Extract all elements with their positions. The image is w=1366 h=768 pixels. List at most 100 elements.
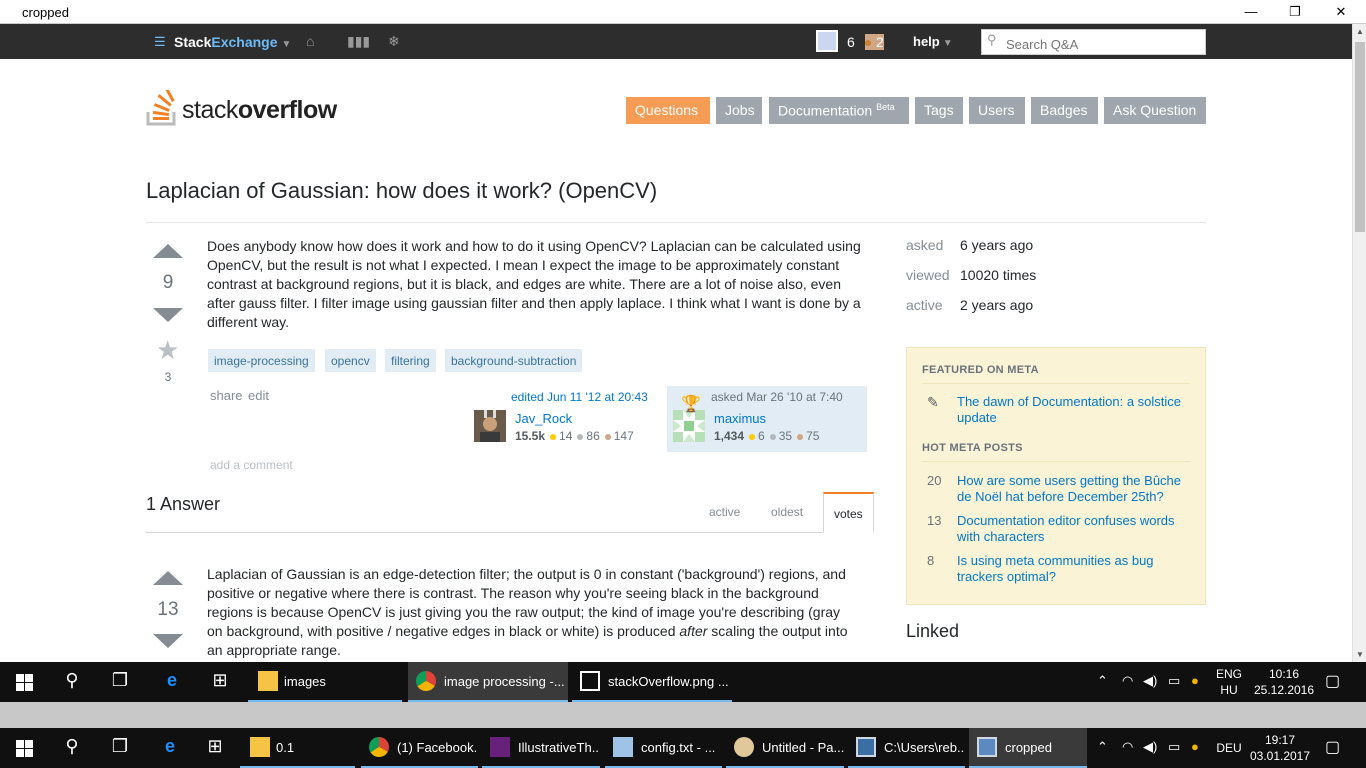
downvote-button[interactable] [153, 308, 183, 322]
restore-button[interactable]: ❐ [1272, 0, 1318, 23]
taskbar-clock[interactable]: 10:16 25.12.2016 [1252, 666, 1316, 698]
windows-start-icon[interactable] [16, 674, 33, 691]
search-icon[interactable]: ⚲ [57, 670, 87, 691]
nav-tags[interactable]: Tags [915, 97, 963, 124]
editor-name[interactable]: Jav_Rock [515, 411, 572, 426]
taskbar-app-notepad[interactable]: config.txt - ... [605, 728, 722, 768]
show-hidden-icons[interactable]: ⌃ [1097, 739, 1108, 755]
language-indicator[interactable]: DEU [1214, 740, 1244, 756]
tab-votes[interactable]: votes [823, 492, 874, 533]
taskbar-app-images[interactable]: images [248, 662, 402, 702]
taskbar-app-folder[interactable]: 0.1 [240, 728, 355, 768]
tag-opencv[interactable]: opencv [325, 349, 376, 372]
editor-bronze-count: 147 [613, 429, 634, 443]
volume-icon[interactable]: ◀) [1143, 673, 1157, 689]
featured-heading: FEATURED ON META [922, 364, 1039, 376]
featured-link[interactable]: The dawn of Documentation: a solstice up… [957, 394, 1197, 426]
bronze-badge-count[interactable]: 2 [865, 34, 884, 50]
tag-filtering[interactable]: filtering [385, 349, 436, 372]
tab-active[interactable]: active [709, 505, 740, 519]
inbox-icon[interactable]: ⌂ [306, 33, 314, 49]
owner-name[interactable]: maximus [714, 411, 766, 426]
taskbar-app-facebook[interactable]: (1) Facebook... [361, 728, 478, 768]
outer-taskbar: ⚲ ❐ e ⊞ 0.1 (1) Facebook... Illustrative… [0, 728, 1366, 768]
windows-start-icon[interactable] [16, 740, 33, 757]
tag-image-processing[interactable]: image-processing [208, 349, 315, 372]
achievements-icon[interactable]: ▮▮▮ [347, 33, 370, 50]
wifi-icon[interactable]: ◠ [1122, 739, 1133, 755]
edit-link[interactable]: edit [248, 388, 269, 403]
answer-upvote-button[interactable] [153, 571, 183, 585]
search-icon[interactable]: ⚲ [57, 736, 87, 757]
owner-avatar[interactable] [673, 410, 705, 442]
minimize-button[interactable]: — [1228, 0, 1274, 23]
edge-icon[interactable]: e [157, 670, 187, 691]
task-view-icon[interactable]: ❐ [105, 736, 135, 757]
scroll-up-icon[interactable]: ▲ [1356, 27, 1364, 36]
search-input[interactable] [981, 29, 1206, 55]
ask-question-button[interactable]: Ask Question [1104, 97, 1206, 124]
avatar[interactable] [816, 30, 838, 52]
chrome-tray-icon[interactable]: ● [1191, 739, 1199, 754]
hot-post-link[interactable]: Is using meta communities as bug tracker… [957, 553, 1197, 585]
add-comment-link[interactable]: add a comment [210, 458, 293, 472]
taskbar-app-paint[interactable]: Untitled - Pa... [726, 728, 844, 768]
share-link[interactable]: share [210, 388, 243, 403]
favorite-count: 3 [164, 370, 172, 384]
tag-background-subtraction[interactable]: background-subtraction [445, 349, 583, 372]
asked-timestamp[interactable]: asked Mar 26 '10 at 7:40 [711, 390, 843, 404]
active-value[interactable]: 2 years ago [960, 297, 1033, 313]
taskbar-app-visual-studio[interactable]: IllustrativeTh... [482, 728, 600, 768]
upvote-button[interactable] [153, 244, 183, 258]
store-icon[interactable]: ⊞ [200, 736, 230, 757]
nav-documentation[interactable]: Documentation Beta [769, 97, 909, 124]
stackexchange-menu[interactable]: StackExchange ▼ [174, 34, 291, 50]
close-button[interactable]: ✕ [1318, 0, 1364, 23]
tab-oldest[interactable]: oldest [771, 505, 803, 519]
favorite-star-icon[interactable]: ★ [156, 335, 179, 366]
browser-viewport: ☰ StackExchange▼ ⌂ ▮▮▮ ❄ 6 2 help▼ ⚲ sta… [0, 24, 1366, 662]
store-icon[interactable]: ⊞ [205, 670, 235, 691]
action-center-icon[interactable]: ▢ [1325, 737, 1340, 757]
battery-icon[interactable]: ▭ [1168, 739, 1180, 755]
editor-avatar[interactable] [474, 410, 506, 442]
hot-post-link[interactable]: Documentation editor confuses words with… [957, 513, 1197, 545]
task-view-icon[interactable]: ❐ [105, 670, 135, 691]
image-icon [580, 671, 600, 691]
hot-post-score: 20 [927, 473, 942, 488]
beta-label: Beta [876, 102, 895, 112]
scroll-down-icon[interactable]: ▼ [1356, 650, 1364, 659]
wifi-icon[interactable]: ◠ [1122, 673, 1133, 689]
nav-questions[interactable]: Questions [626, 97, 710, 124]
answers-divider [146, 532, 823, 533]
battery-icon[interactable]: ▭ [1168, 673, 1180, 689]
nav-jobs[interactable]: Jobs [716, 97, 762, 124]
taskbar-clock[interactable]: 19:17 03.01.2017 [1248, 732, 1312, 764]
scrollbar-thumb[interactable] [1355, 42, 1365, 232]
taskbar-app-chrome[interactable]: image processing -... [408, 662, 568, 702]
nav-badges[interactable]: Badges [1031, 97, 1098, 124]
taskbar-app-photos[interactable]: stackOverflow.png ... [572, 662, 732, 702]
asked-value[interactable]: 6 years ago [960, 237, 1033, 253]
chrome-tray-icon[interactable]: ● [1191, 673, 1199, 688]
page-scrollbar[interactable]: ▲ ▼ [1352, 24, 1366, 662]
language-indicator[interactable]: ENG HU [1212, 666, 1246, 698]
review-icon[interactable]: ❄ [388, 33, 400, 50]
show-hidden-icons[interactable]: ⌃ [1097, 673, 1108, 689]
chevron-down-icon: ▼ [942, 38, 953, 49]
hot-post-link[interactable]: How are some users getting the Bûche de … [957, 473, 1197, 505]
owner-rep-value: 1,434 [714, 429, 745, 443]
nav-users[interactable]: Users [969, 97, 1025, 124]
edited-timestamp[interactable]: edited Jun 11 '12 at 20:43 [511, 390, 648, 404]
answer-downvote-button[interactable] [153, 634, 183, 648]
edge-icon[interactable]: e [155, 736, 185, 757]
question-body: Does anybody know how does it work and h… [207, 238, 861, 330]
taskbar-app-explorer[interactable]: C:\Users\reb... [848, 728, 965, 768]
help-menu[interactable]: help ▼ [913, 34, 953, 49]
volume-icon[interactable]: ◀) [1143, 739, 1157, 755]
action-center-icon[interactable]: ▢ [1325, 671, 1340, 691]
question-title[interactable]: Laplacian of Gaussian: how does it work?… [146, 178, 657, 204]
hamburger-icon: ☰ [154, 34, 166, 49]
taskbar-app-cropped[interactable]: cropped [969, 728, 1087, 768]
user-reputation[interactable]: 6 [847, 34, 855, 50]
